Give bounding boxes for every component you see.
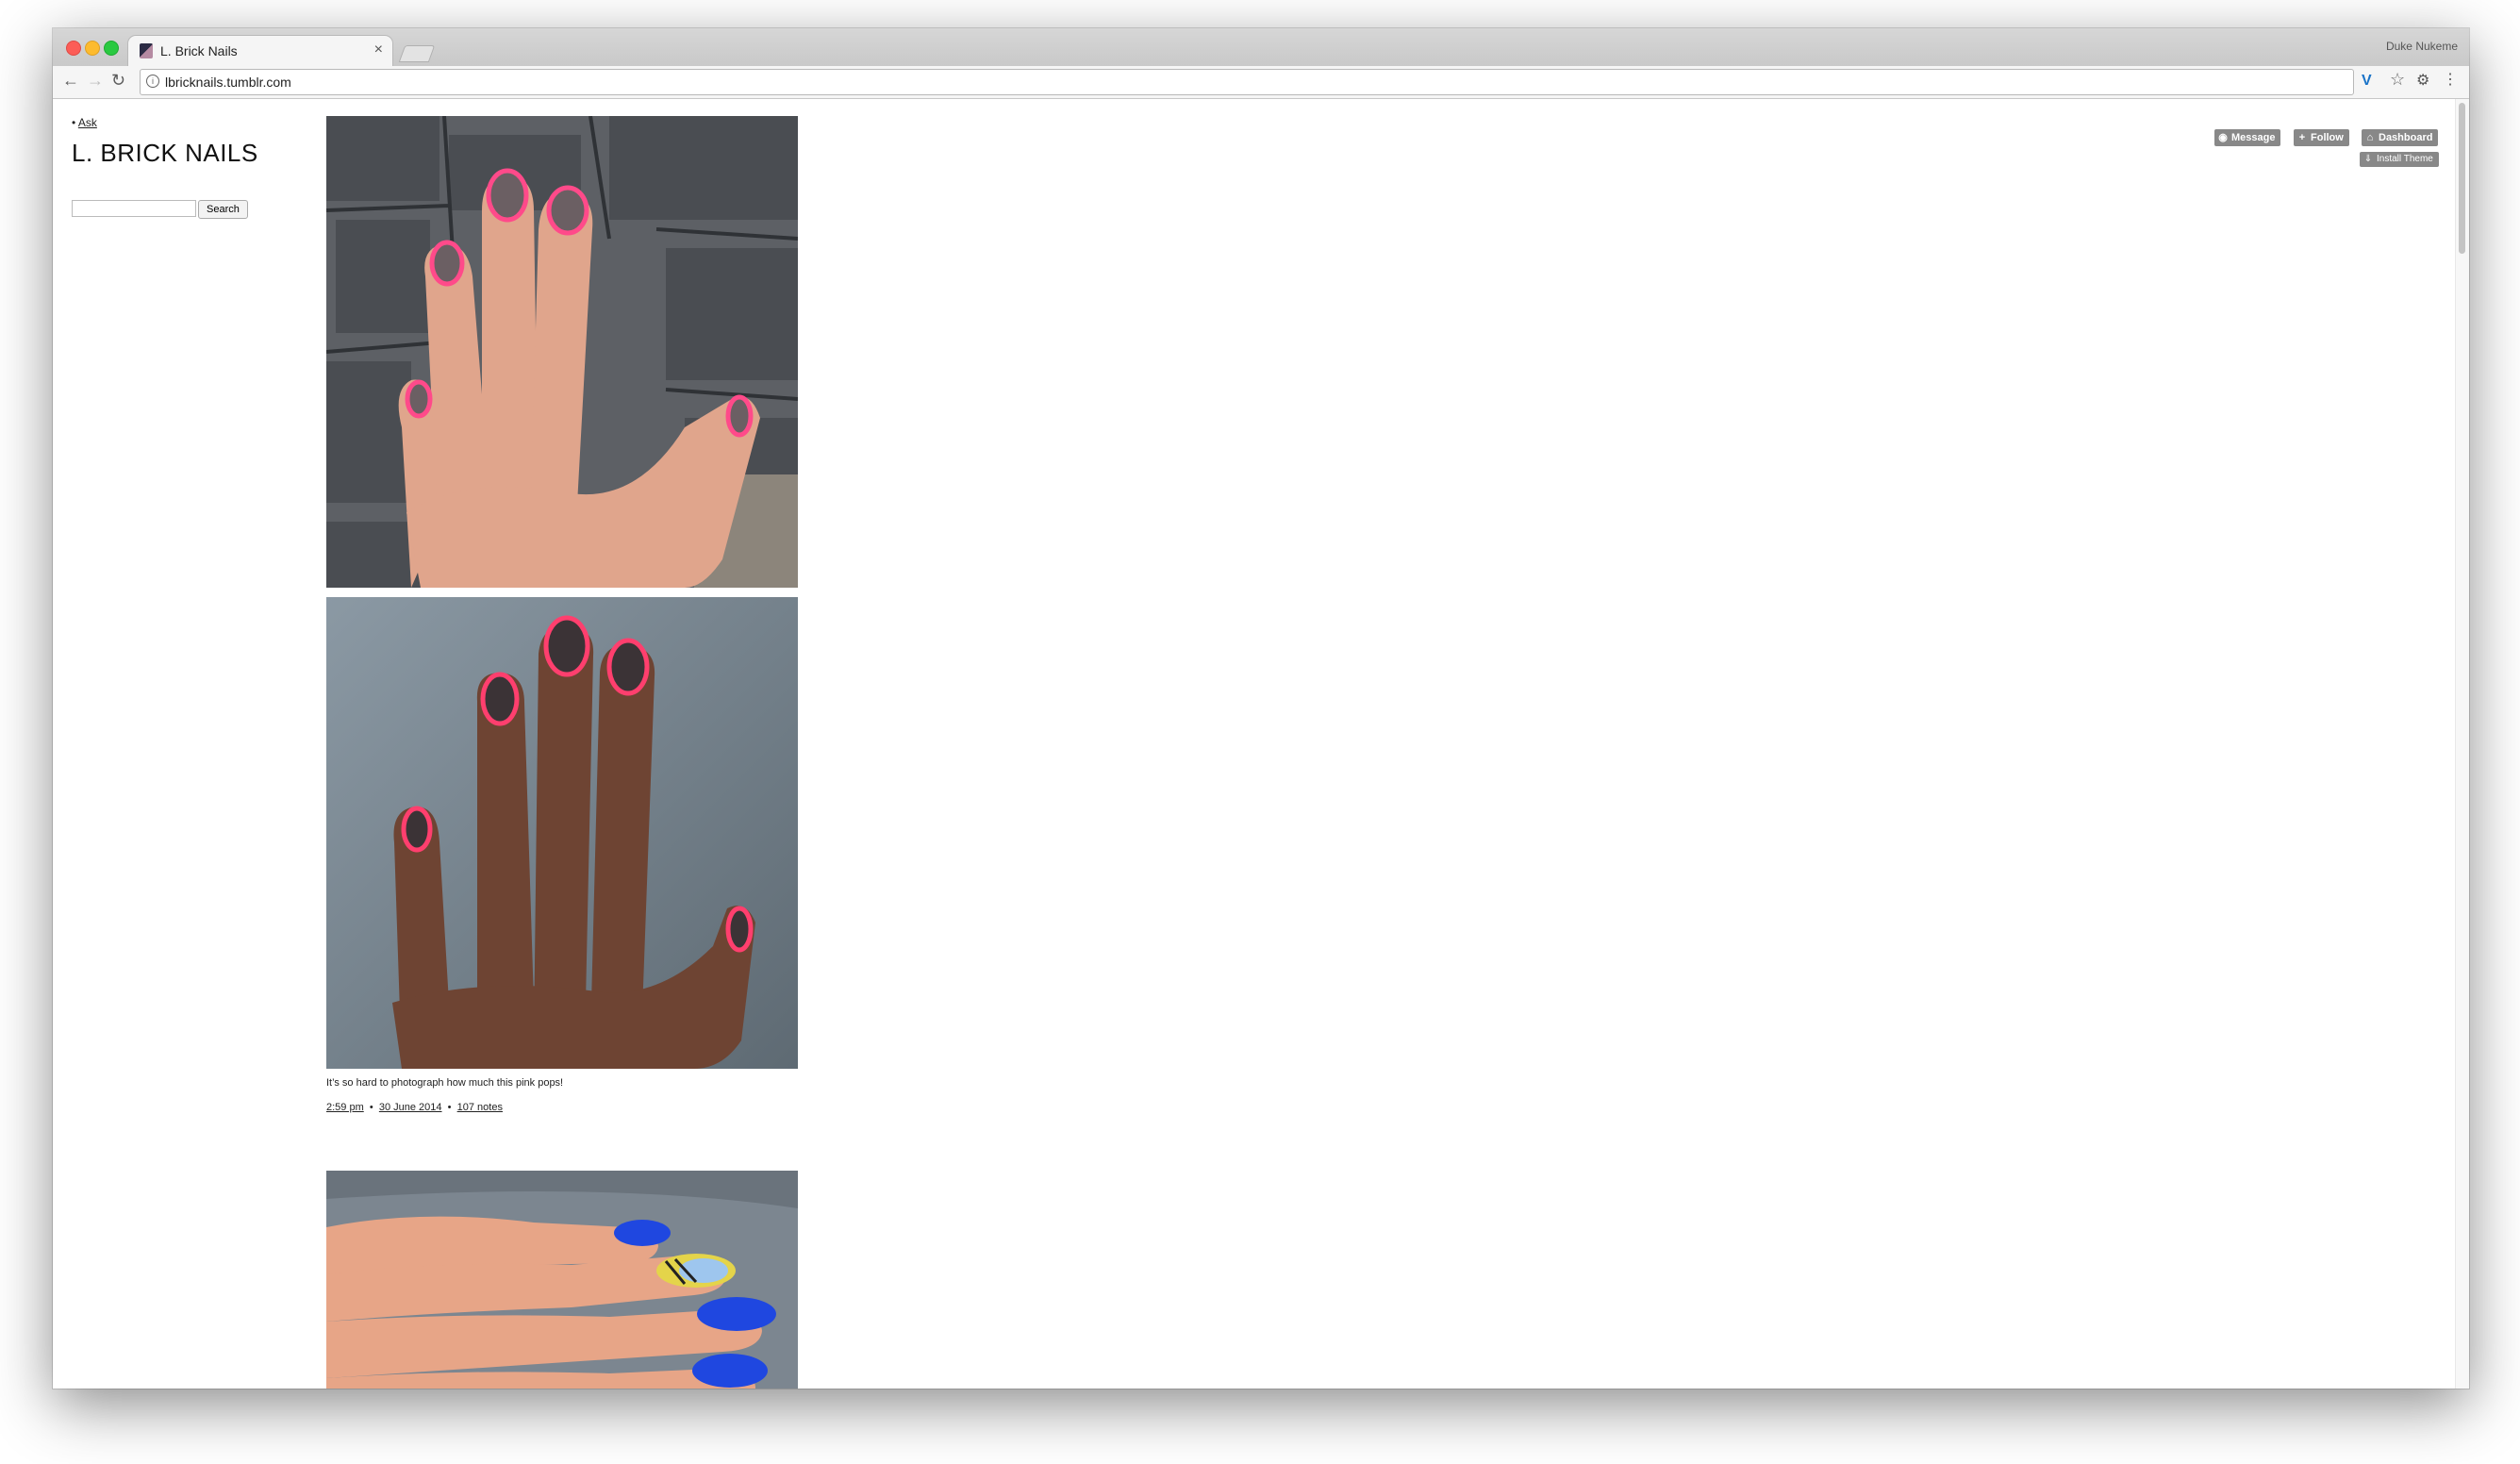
home-icon: ⌂	[2366, 132, 2374, 143]
photo-hand-grey-nails	[326, 116, 798, 588]
message-button[interactable]: ◉ Message	[2214, 129, 2281, 146]
blog-title[interactable]: L. BRICK NAILS	[72, 139, 258, 168]
search-input[interactable]	[72, 200, 196, 217]
meta-separator: •	[447, 1102, 452, 1113]
reload-icon[interactable]: ↻	[111, 71, 125, 91]
page-viewport: • Ask L. BRICK NAILS Search ◉ Message + Fo…	[53, 99, 2469, 1389]
favicon-icon	[140, 43, 153, 58]
post-caption: It’s so hard to photograph how much this…	[326, 1077, 564, 1089]
vimium-icon[interactable]: V	[2362, 73, 2372, 90]
info-icon[interactable]: i	[146, 75, 159, 88]
post-photo-3[interactable]	[326, 1171, 798, 1389]
tab-title: L. Brick Nails	[160, 43, 238, 58]
photo-hand-dark-nails	[326, 597, 798, 1069]
post-time-link[interactable]: 2:59 pm	[326, 1102, 364, 1113]
download-icon: ⇓	[2363, 154, 2373, 164]
window-minimize-button[interactable]	[85, 41, 100, 56]
url-text[interactable]: lbricknails.tumblr.com	[165, 75, 291, 90]
plus-icon: +	[2298, 132, 2306, 143]
post-date-link[interactable]: 30 June 2014	[379, 1102, 442, 1113]
post-photo-2[interactable]	[326, 597, 798, 1069]
tab-strip: L. Brick Nails × Duke Nukeme	[53, 28, 2469, 66]
tab-active[interactable]: L. Brick Nails ×	[128, 36, 392, 66]
tab-close-icon[interactable]: ×	[374, 42, 383, 58]
follow-label: Follow	[2311, 132, 2344, 143]
post-photo-1[interactable]	[326, 116, 798, 588]
address-bar[interactable]: i lbricknails.tumblr.com	[140, 69, 2354, 95]
back-icon[interactable]: ←	[62, 71, 79, 91]
nav-links: • Ask	[72, 116, 97, 129]
meta-separator: •	[369, 1102, 373, 1113]
browser-toolbar: ← → ↻ i lbricknails.tumblr.com V ☆ ⚙ ⋮	[53, 66, 2469, 99]
photo-hand-blue-nails	[326, 1171, 798, 1389]
vertical-scrollbar[interactable]	[2455, 99, 2469, 1389]
message-icon: ◉	[2218, 132, 2228, 143]
scrollbar-thumb[interactable]	[2459, 103, 2465, 254]
ask-link[interactable]: Ask	[78, 116, 97, 129]
follow-button[interactable]: + Follow	[2294, 129, 2349, 146]
profile-name[interactable]: Duke Nukeme	[2386, 40, 2458, 53]
search-button[interactable]: Search	[198, 200, 248, 219]
new-tab-button[interactable]	[398, 45, 436, 62]
star-icon[interactable]: ☆	[2390, 70, 2405, 90]
bullet: •	[72, 116, 76, 129]
browser-window: L. Brick Nails × Duke Nukeme ← → ↻ i lbr…	[53, 28, 2469, 1389]
message-label: Message	[2231, 132, 2276, 143]
post-notes-link[interactable]: 107 notes	[457, 1102, 503, 1113]
post-meta: 2:59 pm • 30 June 2014 • 107 notes	[326, 1102, 503, 1113]
menu-icon[interactable]: ⋮	[2443, 70, 2458, 89]
window-close-button[interactable]	[66, 41, 81, 56]
install-theme-button[interactable]: ⇓ Install Theme	[2360, 152, 2439, 167]
dashboard-button[interactable]: ⌂ Dashboard	[2362, 129, 2439, 146]
window-maximize-button[interactable]	[104, 41, 119, 56]
dashboard-label: Dashboard	[2379, 132, 2433, 143]
forward-icon[interactable]: →	[87, 71, 104, 91]
extension-icon[interactable]: ⚙	[2416, 71, 2429, 90]
install-theme-label: Install Theme	[2377, 154, 2433, 164]
